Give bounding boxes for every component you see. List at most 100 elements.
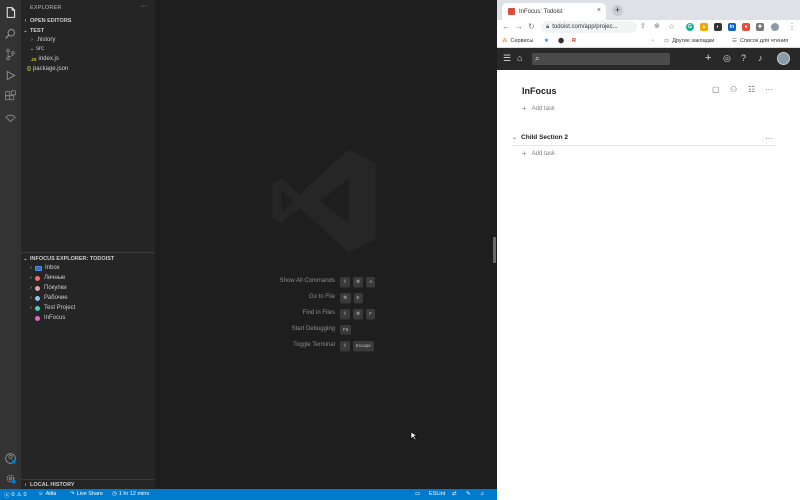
search-icon[interactable] bbox=[3, 26, 18, 41]
project-infocus[interactable]: InFocus bbox=[35, 313, 65, 323]
profile-avatar[interactable] bbox=[771, 23, 779, 31]
eslint-status[interactable]: ESLint bbox=[429, 491, 445, 497]
live-share-button[interactable]: ↷ Live Share bbox=[70, 491, 103, 497]
zoom-icon[interactable]: ⊕ bbox=[654, 22, 660, 30]
address-bar[interactable]: 🔒︎ todoist.com/app/projec... bbox=[541, 21, 637, 33]
keycap: F bbox=[366, 309, 376, 320]
filter-sliders-icon[interactable]: ☷ bbox=[748, 85, 755, 94]
sync-icon[interactable]: ⇄ bbox=[452, 491, 457, 497]
notifications-bell-icon[interactable]: ♫ bbox=[480, 491, 484, 497]
todoist-favicon-icon bbox=[508, 8, 515, 15]
chevron-right-icon: › bbox=[30, 305, 32, 311]
add-task-button-section[interactable]: + Add task bbox=[522, 149, 555, 158]
warning-icon: ⚠ bbox=[16, 492, 22, 498]
url-text: todoist.com/app/projec... bbox=[552, 24, 618, 30]
section-more-options-icon[interactable]: ··· bbox=[765, 134, 773, 143]
window-splitter-handle[interactable] bbox=[493, 237, 496, 263]
extension-icon[interactable]: ● bbox=[742, 23, 750, 31]
tree-item-label: package.json bbox=[32, 66, 69, 72]
search-input[interactable]: ⌕ bbox=[532, 53, 670, 65]
accounts-icon[interactable] bbox=[3, 451, 18, 466]
extension-icon[interactable]: ◐ bbox=[714, 23, 722, 31]
files-icon[interactable] bbox=[3, 5, 18, 20]
back-arrow-icon[interactable]: ← bbox=[502, 22, 510, 31]
productivity-check-icon[interactable]: ◎ bbox=[723, 53, 731, 63]
extensions-puzzle-icon[interactable]: ✚ bbox=[756, 23, 764, 31]
reload-icon[interactable]: ↻ bbox=[528, 22, 535, 31]
notifications-bell-icon[interactable]: ♪ bbox=[758, 53, 763, 63]
workspace-header[interactable]: ⌄ TEST bbox=[21, 26, 155, 35]
tab-strip: InFocus: Todoist × + bbox=[497, 0, 800, 20]
close-icon[interactable]: × bbox=[597, 7, 601, 14]
feedback-icon[interactable]: ✎ bbox=[466, 491, 471, 497]
chevron-more-icon[interactable]: ‹ bbox=[652, 38, 654, 44]
keycap: ⌘ bbox=[340, 293, 351, 304]
explorer-sidebar: EXPLORER ··· › OPEN EDITORS ⌄ TEST › .hi… bbox=[21, 0, 155, 489]
help-icon[interactable]: ? bbox=[741, 53, 746, 63]
extension-linkedin-icon[interactable]: in bbox=[728, 23, 736, 31]
more-actions-icon[interactable]: ··· bbox=[140, 3, 147, 10]
chevron-right-icon: › bbox=[24, 17, 27, 24]
vscode-window: EXPLORER ··· › OPEN EDITORS ⌄ TEST › .hi… bbox=[0, 0, 497, 500]
browser-tab-active[interactable]: InFocus: Todoist × bbox=[502, 3, 606, 20]
project-color-dot bbox=[35, 315, 40, 321]
tree-item-index-js[interactable]: JS index.js bbox=[31, 54, 59, 64]
bookmark-star-icon[interactable]: ★ bbox=[544, 38, 549, 44]
add-task-button[interactable]: + Add task bbox=[522, 104, 555, 113]
error-icon: ⓧ bbox=[4, 493, 10, 499]
activity-bar bbox=[0, 0, 21, 489]
extension-grammarly-icon[interactable]: G bbox=[686, 23, 694, 31]
bookmark-star-icon[interactable]: ☆ bbox=[668, 22, 675, 31]
tree-item-package-json[interactable]: {} package.json bbox=[27, 64, 68, 74]
quick-add-icon[interactable]: + bbox=[705, 53, 711, 64]
project-pokupki[interactable]: › Покупки bbox=[27, 283, 66, 293]
local-history-header[interactable]: › LOCAL HISTORY bbox=[21, 480, 155, 489]
new-tab-button[interactable]: + bbox=[612, 5, 623, 16]
project-label: Inbox bbox=[45, 265, 60, 271]
inbox-icon bbox=[35, 265, 42, 271]
keycap: ⇧ bbox=[340, 341, 350, 352]
chevron-right-icon: › bbox=[30, 265, 32, 271]
chevron-right-icon: › bbox=[30, 275, 32, 281]
project-test-project[interactable]: › Test Project bbox=[27, 303, 75, 313]
section-header[interactable]: ⌄ Child Section 2 bbox=[512, 134, 568, 141]
forward-arrow-icon[interactable]: → bbox=[515, 22, 523, 31]
bookmark-r-icon[interactable]: R bbox=[572, 38, 576, 44]
user-avatar[interactable] bbox=[777, 52, 790, 65]
layout-icon[interactable]: ▭ bbox=[415, 491, 420, 497]
share-icon[interactable]: ⇪ bbox=[640, 22, 646, 30]
apps-grid-icon: ⁂ bbox=[502, 38, 508, 44]
project-lichnye[interactable]: › Личные bbox=[27, 273, 65, 283]
problems-indicator[interactable]: ⓧ 0 ⚠ 0 bbox=[4, 491, 27, 499]
person-icon: ☺ bbox=[38, 491, 44, 497]
menu-hamburger-icon[interactable]: ☰ bbox=[503, 53, 511, 63]
chrome-menu-icon[interactable]: ⋮ bbox=[788, 22, 796, 31]
more-options-icon[interactable]: ··· bbox=[765, 85, 773, 94]
session-timer[interactable]: ◷ 1 hr 12 mins bbox=[112, 491, 149, 497]
user-account[interactable]: ☺ Atila bbox=[38, 491, 56, 497]
manage-gear-icon[interactable] bbox=[3, 471, 18, 486]
project-inbox[interactable]: › Inbox bbox=[27, 263, 60, 273]
keycap: ⌘ bbox=[352, 277, 364, 288]
plus-icon: + bbox=[522, 104, 527, 113]
extensions-icon[interactable] bbox=[3, 89, 18, 104]
bookmark-other[interactable]: ▭ Другие закладки bbox=[664, 38, 714, 44]
home-icon[interactable]: ⌂ bbox=[517, 53, 522, 63]
command-hint-show-all: Show All Commands ⇧ ⌘ A bbox=[155, 276, 497, 288]
tab-title: InFocus: Todoist bbox=[519, 8, 563, 15]
todoist-explorer-header[interactable]: ⌄ INFOCUS EXPLORER: TODOIST bbox=[21, 254, 155, 263]
tree-item-src[interactable]: ⌄ src bbox=[28, 44, 44, 54]
project-rabochie[interactable]: › Рабочие bbox=[27, 293, 67, 303]
bookmark-services[interactable]: ⁂ Сервисы bbox=[502, 38, 533, 44]
comment-icon[interactable]: ▢ bbox=[712, 85, 720, 94]
extension-icon[interactable]: ▲ bbox=[700, 23, 708, 31]
todoist-explorer-icon[interactable] bbox=[3, 110, 18, 125]
mouse-cursor-icon bbox=[410, 431, 418, 441]
run-debug-icon[interactable] bbox=[3, 68, 18, 83]
bookmark-reading-list[interactable]: ☰ Список для чтения bbox=[732, 38, 788, 44]
chevron-down-icon: ⌄ bbox=[29, 46, 35, 52]
bookmark-circle-icon[interactable]: ⬤ bbox=[558, 38, 564, 44]
open-editors-header[interactable]: › OPEN EDITORS bbox=[21, 16, 155, 25]
source-control-icon[interactable] bbox=[3, 47, 18, 62]
share-person-icon[interactable]: ⚇ bbox=[730, 85, 737, 94]
